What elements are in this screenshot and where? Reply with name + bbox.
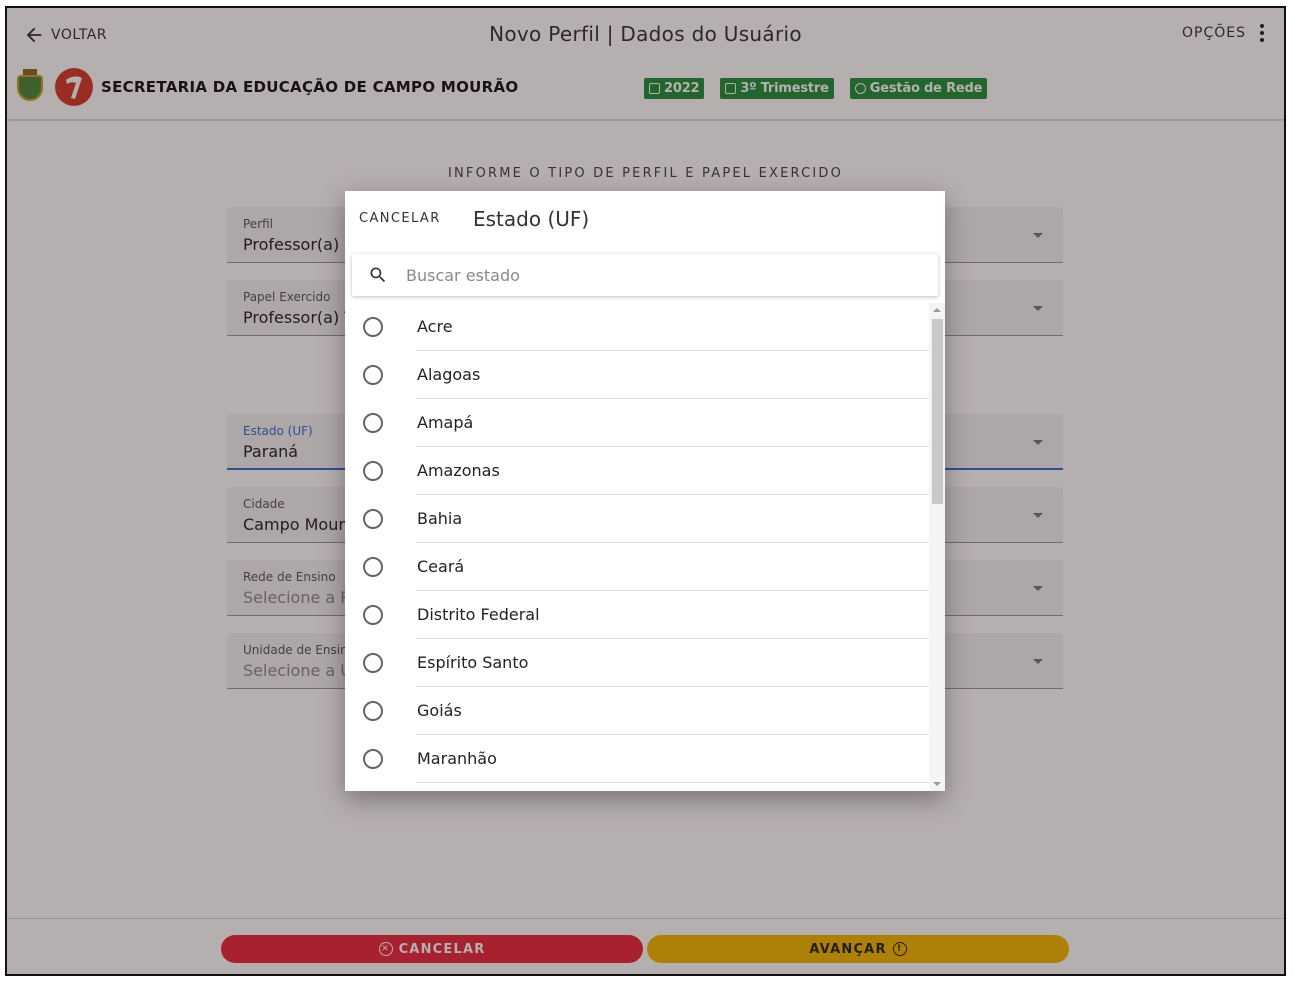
list-item[interactable]: Espírito Santo: [345, 639, 929, 687]
radio-button[interactable]: [363, 557, 383, 577]
state-list: Acre Alagoas Amapá Amazonas Bahia Ceará …: [345, 303, 929, 791]
list-item[interactable]: Goiás: [345, 687, 929, 735]
state-name: Bahia: [417, 509, 463, 528]
list-item[interactable]: Alagoas: [345, 351, 929, 399]
state-name: Amazonas: [417, 461, 500, 480]
radio-button[interactable]: [363, 509, 383, 529]
state-name: Acre: [417, 317, 453, 336]
list-item[interactable]: Amazonas: [345, 447, 929, 495]
state-name: Distrito Federal: [417, 605, 540, 624]
state-name: Amapá: [417, 413, 474, 432]
state-name: Maranhão: [417, 749, 497, 768]
list-item[interactable]: Maranhão: [345, 735, 929, 783]
list-item[interactable]: Distrito Federal: [345, 591, 929, 639]
modal-cancel-button[interactable]: CANCELAR: [359, 211, 441, 226]
divider: [417, 782, 929, 783]
list-item[interactable]: Bahia: [345, 495, 929, 543]
radio-button[interactable]: [363, 653, 383, 673]
radio-button[interactable]: [363, 365, 383, 385]
state-picker-modal: CANCELAR Estado (UF) Acre Alagoas Amapá: [345, 191, 945, 791]
scrollbar[interactable]: [929, 303, 945, 791]
app-window: VOLTAR Novo Perfil | Dados do Usuário OP…: [5, 6, 1286, 976]
radio-button[interactable]: [363, 317, 383, 337]
radio-button[interactable]: [363, 605, 383, 625]
state-name: Alagoas: [417, 365, 481, 384]
radio-button[interactable]: [363, 461, 383, 481]
list-item[interactable]: Amapá: [345, 399, 929, 447]
radio-button[interactable]: [363, 701, 383, 721]
search-bar: [352, 254, 938, 296]
modal-title: Estado (UF): [473, 207, 590, 231]
scroll-up-icon[interactable]: [933, 308, 941, 312]
radio-button[interactable]: [363, 749, 383, 769]
state-name: Espírito Santo: [417, 653, 529, 672]
modal-header: CANCELAR Estado (UF): [345, 191, 945, 249]
search-icon: [370, 267, 386, 283]
scrollbar-thumb[interactable]: [932, 319, 943, 504]
search-input[interactable]: [406, 262, 906, 288]
state-name: Goiás: [417, 701, 462, 720]
state-name: Ceará: [417, 557, 465, 576]
radio-button[interactable]: [363, 413, 383, 433]
list-item[interactable]: Ceará: [345, 543, 929, 591]
scroll-down-icon[interactable]: [933, 782, 941, 786]
list-item[interactable]: Acre: [345, 303, 929, 351]
